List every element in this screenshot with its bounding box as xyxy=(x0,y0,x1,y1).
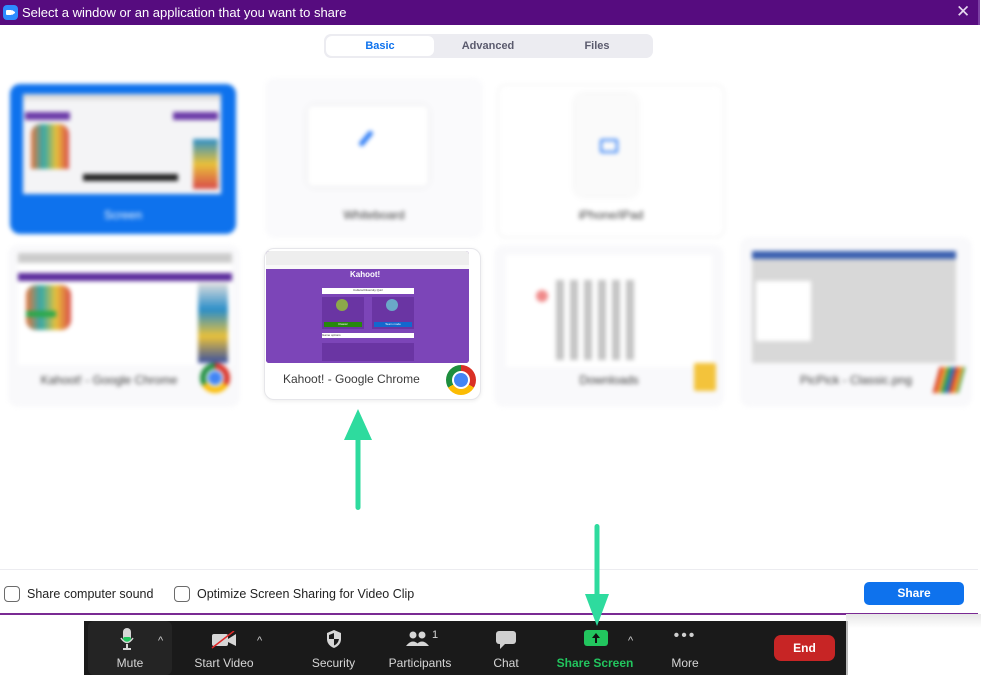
chrome-icon xyxy=(200,363,230,393)
chat-button[interactable]: Chat xyxy=(478,621,534,675)
window-thumbnail xyxy=(18,253,232,365)
share-item-picpick[interactable]: PicPick - Classic.png xyxy=(740,237,972,407)
tab-advanced[interactable]: Advanced xyxy=(434,36,542,56)
share-item-screen[interactable]: Screen xyxy=(10,84,236,234)
window-thumbnail xyxy=(752,251,956,363)
chat-icon xyxy=(496,631,516,649)
picpick-icon xyxy=(932,367,966,393)
share-item-whiteboard[interactable]: Whiteboard xyxy=(265,78,483,238)
share-item-iphone-ipad[interactable]: iPhone/iPad xyxy=(497,84,725,238)
share-screen-label: Share Screen xyxy=(556,656,634,670)
participants-button[interactable]: 1 Participants xyxy=(380,621,460,675)
share-sound-label: Share computer sound xyxy=(27,587,154,601)
more-label: More xyxy=(671,656,699,670)
classic-option: Classic xyxy=(324,322,362,327)
mute-label: Mute xyxy=(116,656,144,670)
start-video-label: Start Video xyxy=(194,656,254,670)
tab-files[interactable]: Files xyxy=(543,36,651,56)
security-label: Security xyxy=(311,656,356,670)
share-button[interactable]: Share xyxy=(864,582,964,605)
participants-label: Participants xyxy=(388,656,452,670)
window-thumbnail xyxy=(506,255,712,367)
kahoot-window-thumbnail: Kahoot! Cultural Diversity Quiz Classic … xyxy=(266,251,469,363)
optimize-video-checkbox[interactable] xyxy=(174,586,190,602)
audio-options-caret[interactable]: ^ xyxy=(158,635,163,647)
folder-icon xyxy=(694,363,716,391)
share-screen-icon xyxy=(584,630,608,646)
start-video-button[interactable]: Start Video xyxy=(184,621,264,675)
shield-icon xyxy=(327,630,341,648)
mute-button[interactable]: Mute xyxy=(88,621,172,675)
screen-thumbnail xyxy=(23,94,221,194)
share-item-label: Kahoot! - Google Chrome xyxy=(40,373,178,387)
more-icon: ••• xyxy=(673,627,697,644)
share-item-label: Downloads xyxy=(579,373,639,387)
window-shadow xyxy=(846,614,981,628)
airplay-icon xyxy=(600,139,618,153)
quiz-title: Cultural Diversity Quiz xyxy=(322,288,414,294)
annotation-arrow-up xyxy=(344,409,372,510)
chrome-icon xyxy=(446,365,476,395)
zoom-app-icon xyxy=(3,5,18,20)
more-button[interactable]: ••• More xyxy=(658,621,712,675)
tab-basic[interactable]: Basic xyxy=(326,36,434,56)
annotation-arrow-down xyxy=(585,524,609,626)
video-off-icon xyxy=(211,631,236,649)
kahoot-logo: Kahoot! xyxy=(350,270,381,279)
share-item-label: Screen xyxy=(103,208,143,222)
meeting-toolbar: Mute ^ Start Video ^ Security 1 Particip… xyxy=(84,621,848,675)
optimize-video-label: Optimize Screen Sharing for Video Clip xyxy=(197,587,415,601)
share-item-kahoot-chrome[interactable]: Kahoot! Cultural Diversity Quiz Classic … xyxy=(264,248,481,400)
game-options: Game options xyxy=(322,333,414,338)
share-item-label: Whiteboard xyxy=(343,208,405,222)
end-meeting-button[interactable]: End xyxy=(774,635,835,661)
team-mode-option: Team mode xyxy=(374,322,412,327)
microphone-icon xyxy=(120,628,134,650)
share-sound-checkbox[interactable] xyxy=(4,586,20,602)
security-button[interactable]: Security xyxy=(296,621,371,675)
share-item-label: iPhone/iPad xyxy=(578,208,644,222)
chat-label: Chat xyxy=(493,656,519,670)
share-item-kahoot-chrome-1[interactable]: Kahoot! - Google Chrome xyxy=(8,245,240,407)
share-item-downloads[interactable]: Downloads xyxy=(494,245,724,407)
share-tabs: Basic Advanced Files xyxy=(324,34,653,58)
title-bar: Select a window or an application that y… xyxy=(0,0,980,25)
participants-icon xyxy=(406,631,429,646)
share-item-label: Kahoot! - Google Chrome xyxy=(283,372,420,386)
participant-count: 1 xyxy=(432,629,439,641)
share-options-bar: Share computer sound Optimize Screen Sha… xyxy=(0,569,978,615)
video-options-caret[interactable]: ^ xyxy=(257,635,262,647)
close-icon[interactable]: ✕ xyxy=(956,3,970,21)
share-options-caret[interactable]: ^ xyxy=(628,635,633,647)
dialog-title: Select a window or an application that y… xyxy=(22,5,347,20)
